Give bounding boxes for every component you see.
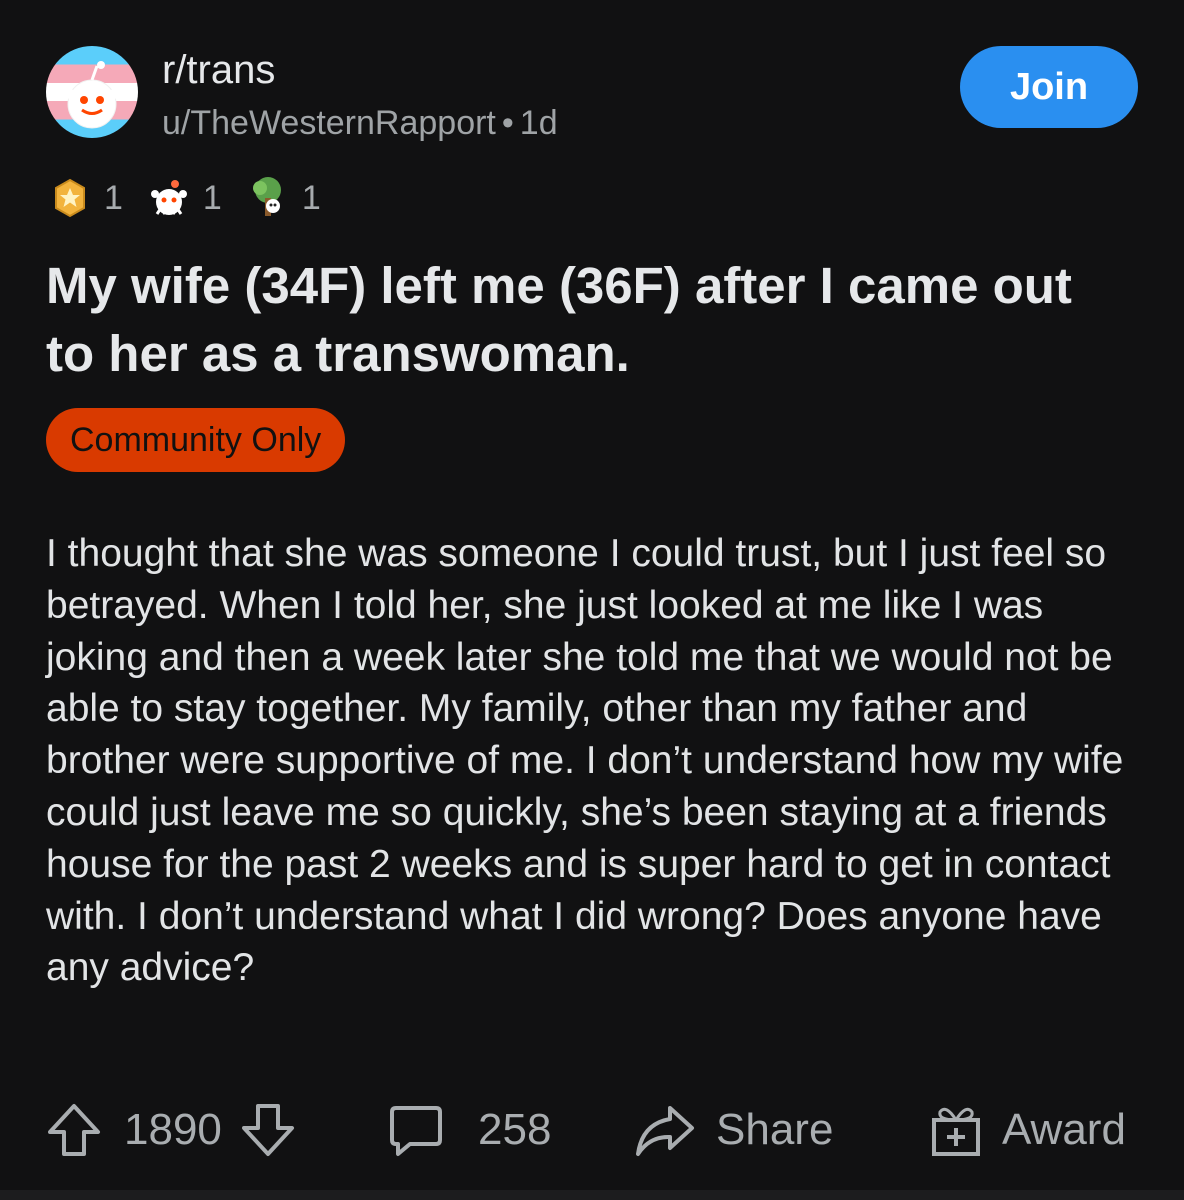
join-button[interactable]: Join (960, 46, 1138, 128)
award-count: 1 (301, 178, 321, 217)
upvote-icon[interactable] (46, 1100, 102, 1160)
snoo-wholesome-award-icon (150, 180, 187, 215)
tree-hug-award-icon (252, 177, 281, 216)
award-label: Award (1002, 1105, 1126, 1154)
silver-star-award-icon (55, 178, 85, 218)
post-header: r/trans u/TheWesternRapport • 1d Join (46, 46, 1138, 142)
award-button[interactable]: Award (928, 1090, 1126, 1170)
award-count: 1 (202, 178, 222, 217)
share-label: Share (716, 1105, 834, 1154)
meta-separator: • (501, 104, 514, 142)
vote-count: 1890 (124, 1105, 222, 1154)
post-title[interactable]: My wife (34F) left me (36F) after I came… (46, 252, 1126, 388)
gift-icon (932, 1107, 980, 1156)
author-link[interactable]: u/TheWesternRapport (162, 104, 496, 142)
share-button[interactable]: Share (634, 1090, 833, 1170)
post-age: 1d (519, 104, 558, 142)
snoo-icon (65, 61, 119, 129)
share-icon (636, 1106, 694, 1156)
award-count: 1 (104, 178, 123, 217)
post-meta: u/TheWesternRapport • 1d (162, 104, 558, 143)
award-item[interactable]: 1 (244, 174, 321, 222)
comment-count: 258 (478, 1105, 552, 1154)
vote-group: 1890 (46, 1090, 296, 1170)
awards-row[interactable]: 1 1 1 (46, 170, 343, 226)
comment-icon (390, 1106, 442, 1156)
post-action-bar: 1890 258 Share Award (46, 1090, 1138, 1170)
award-item[interactable]: 1 (145, 174, 222, 222)
subreddit-name[interactable]: r/trans (162, 48, 275, 93)
post-flair[interactable]: Community Only (46, 408, 346, 472)
subreddit-avatar[interactable] (46, 46, 138, 138)
downvote-icon[interactable] (240, 1100, 296, 1160)
post-body: I thought that she was someone I could t… (46, 532, 1124, 990)
comments-button[interactable]: 258 (386, 1090, 551, 1170)
bottom-divider (0, 1190, 1184, 1200)
award-item[interactable]: 1 (46, 174, 123, 222)
